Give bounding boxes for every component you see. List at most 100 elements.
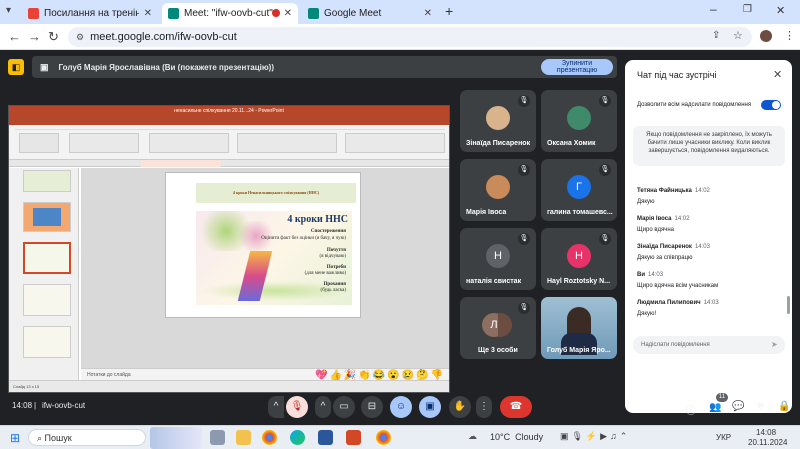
activities-icon[interactable]: ⚛ (756, 401, 765, 412)
stop-label-2: презентацію (556, 67, 598, 74)
site-info-icon[interactable]: ⚙ (76, 32, 84, 43)
allow-messages-toggle[interactable] (761, 100, 781, 110)
tab-training-link[interactable]: Посилання на тренінг - m.gc ✕ (22, 3, 158, 24)
avatar (567, 106, 591, 130)
party-reaction[interactable]: 🎉 (344, 370, 356, 388)
share-icon[interactable]: ⇪ (712, 30, 720, 41)
participant-tile[interactable]: 🎙 Г галина томашевс... (541, 159, 617, 221)
leave-call-button[interactable]: ☎ (500, 396, 532, 418)
minimize-button[interactable]: – (710, 2, 717, 16)
tab-meet-active[interactable]: Meet: "ifw-oovb-cut" ✕ (162, 3, 298, 24)
participant-tile[interactable]: 🎙 Зінаїда Писаренок (460, 90, 536, 152)
powerpoint-icon[interactable] (346, 430, 361, 445)
step-feelings-desc: (я відчуваю) (319, 254, 346, 259)
omnibox[interactable]: ⚙ meet.google.com/ifw-oovb-cut (68, 27, 752, 47)
avatar (486, 106, 510, 130)
audio-options-chevron-icon[interactable]: ^ (268, 396, 284, 418)
send-icon[interactable]: ➤ (771, 336, 778, 354)
chat-scrollbar[interactable] (787, 296, 790, 314)
chat-input-placeholder: Надіслати повідомлення (641, 342, 710, 348)
info-icon[interactable]: ⓘ (686, 402, 696, 417)
slide-status: Слайд 13 з 15 (13, 384, 40, 389)
participant-tile[interactable]: 🎙 Марія Івоса (460, 159, 536, 221)
close-icon[interactable]: ✕ (424, 8, 432, 19)
video-options-chevron-icon[interactable]: ^ (315, 396, 331, 418)
thinking-reaction[interactable]: 🤔 (416, 370, 428, 388)
taskbar-search[interactable]: ⌕ Пошук (28, 429, 146, 446)
word-icon[interactable] (318, 430, 333, 445)
stop-label-1: Зупинити (561, 60, 593, 67)
chat-icon[interactable]: 💬 (732, 401, 744, 412)
meeting-time: 14:08 (12, 401, 33, 410)
maximize-button[interactable]: ❐ (743, 4, 752, 15)
camera-button[interactable]: ▭ (333, 396, 355, 418)
clock-date[interactable]: 20.11.2024 (748, 438, 787, 447)
search-icon: ⌕ (37, 433, 45, 443)
ppt-ribbon (9, 116, 449, 160)
tab-google-meet[interactable]: Google Meet ✕ (302, 3, 438, 24)
slide-image: 4 кроки ННС Спостереження Оцінити факт б… (196, 211, 352, 305)
ppt-titlebar: ненасильне спілкування 20.11...24 - Powe… (9, 106, 449, 116)
clock-time[interactable]: 14:08 (756, 428, 776, 437)
participant-tile-self[interactable]: Голуб Марія Яро... (541, 297, 617, 359)
close-icon[interactable]: ✕ (144, 8, 152, 19)
emoji-button[interactable]: ☺ (390, 396, 412, 418)
weather-icon[interactable]: ☁ (468, 431, 477, 442)
heart-reaction[interactable]: 💖 (315, 370, 327, 388)
captions-button[interactable]: ⊟ (361, 396, 383, 418)
participant-tile[interactable]: 🎙 Оксана Хомик (541, 90, 617, 152)
folder-icon[interactable] (236, 430, 251, 445)
surprised-reaction[interactable]: 😮 (387, 370, 399, 388)
chat-input[interactable]: Надіслати повідомлення ➤ (633, 336, 785, 354)
host-controls-icon[interactable]: 🔒 (778, 401, 790, 412)
browser-tab-bar: ▾ Посилання на тренінг - m.gc ✕ Meet: "i… (0, 0, 800, 24)
reactions-bar: 💖 👍 🎉 👏 😂 😮 😢 🤔 👎 (315, 370, 485, 388)
file-explorer-icon[interactable] (210, 430, 225, 445)
participant-tile[interactable]: 🎙 Н Hayl Roztotsky N... (541, 228, 617, 290)
tab-search-icon[interactable]: ▾ (6, 5, 11, 16)
laugh-reaction[interactable]: 😂 (373, 370, 385, 388)
mic-off-icon: 🎙 (518, 302, 530, 314)
present-screen-button[interactable]: ▣ (419, 396, 441, 418)
mic-off-icon: 🎙 (599, 95, 611, 107)
participant-tile[interactable]: 🎙 Н наталія свистак (460, 228, 536, 290)
address-bar-row: ← → ↻ ⚙ meet.google.com/ifw-oovb-cut ⇪ ☆… (0, 24, 800, 50)
clap-reaction[interactable]: 👏 (358, 370, 370, 388)
chat-message: Людмила Пилипович 14:03 Дякую! (637, 300, 719, 317)
language-indicator[interactable]: УКР (716, 433, 731, 442)
presentation-banner: ▣ Голуб Марія Ярославівна (Ви (покажете … (32, 56, 617, 78)
close-icon[interactable]: ✕ (773, 68, 782, 81)
meeting-controls: 14:08 | ifw-oovb-cut ^ 🎙 ^ ▭ ⊟ ☺ ▣ ✋ ⋮ ☎… (0, 390, 800, 425)
chrome-icon[interactable] (262, 430, 277, 445)
thumbs-up-reaction[interactable]: 👍 (329, 370, 341, 388)
back-icon[interactable]: ← (8, 29, 21, 44)
mic-off-button[interactable]: 🎙 (286, 396, 308, 418)
menu-dots-icon[interactable]: ⋮ (784, 29, 795, 42)
mic-off-icon: 🎙 (518, 164, 530, 176)
widgets-banner (150, 427, 202, 449)
tray-icons[interactable]: ▣🎙⚡▶♫⌃ (560, 431, 630, 442)
new-tab-button[interactable]: + (445, 3, 453, 19)
slide-thumbnails[interactable] (9, 168, 79, 380)
profile-avatar[interactable] (760, 30, 772, 42)
slide-title-text: 4 кроки Ненасильницького спілкування (НН… (232, 190, 320, 195)
raise-hand-button[interactable]: ✋ (449, 396, 471, 418)
close-icon[interactable]: ✕ (284, 8, 292, 19)
window-close-button[interactable]: ✕ (776, 4, 785, 17)
reload-icon[interactable]: ↻ (48, 29, 59, 45)
chrome-active-icon[interactable] (376, 430, 391, 445)
thumbs-down-reaction[interactable]: 👎 (431, 370, 443, 388)
windows-start-icon[interactable]: ⊞ (10, 431, 20, 445)
stop-presenting-button[interactable]: Зупинити презентацію (541, 59, 613, 75)
bookmark-star-icon[interactable]: ☆ (733, 29, 743, 42)
sad-reaction[interactable]: 😢 (402, 370, 414, 388)
more-options-icon[interactable]: ⋮ (476, 396, 492, 418)
forward-icon[interactable]: → (28, 29, 41, 44)
edge-icon[interactable] (290, 430, 305, 445)
present-icon: ▣ (40, 61, 49, 72)
people-icon[interactable]: 👥 (709, 402, 721, 413)
step-needs-desc: (для мене важливо) (304, 271, 346, 276)
participant-tile-more[interactable]: 🎙 Л Ще 3 особи (460, 297, 536, 359)
message-time: 14:03 (694, 244, 710, 250)
weather-text[interactable]: 10°C Cloudy (490, 432, 543, 442)
